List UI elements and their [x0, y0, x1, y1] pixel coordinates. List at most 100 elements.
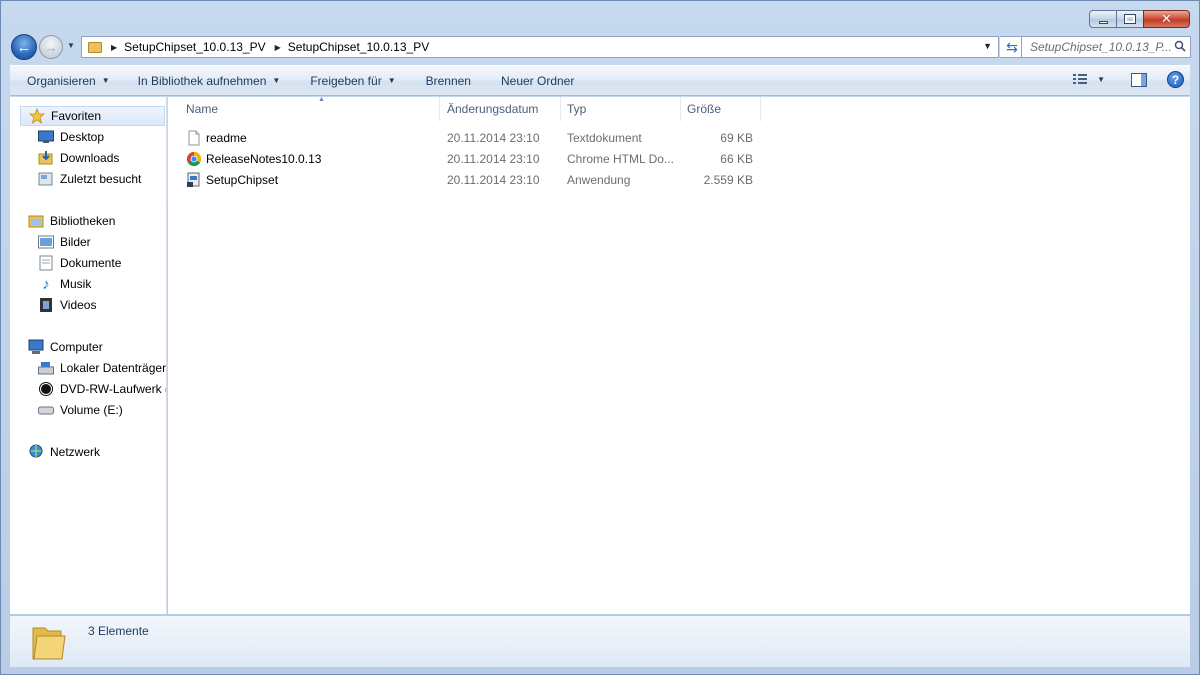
file-name: ReleaseNotes10.0.13: [206, 152, 322, 166]
setup-app-icon: [187, 172, 200, 187]
sidebar-item-music[interactable]: ♪ Musik: [38, 274, 91, 294]
file-size: 66 KB: [720, 152, 753, 166]
sidebar-item-recent-places[interactable]: Zuletzt besucht: [38, 169, 141, 189]
close-icon: ✕: [1161, 11, 1172, 27]
column-header-type[interactable]: Typ: [561, 97, 681, 121]
maximize-button[interactable]: [1116, 10, 1144, 28]
item-count: 3 Elemente: [88, 624, 149, 638]
address-dropdown-icon[interactable]: ▼: [983, 41, 992, 51]
sidebar-item-desktop[interactable]: Desktop: [38, 127, 104, 147]
file-name: SetupChipset: [206, 173, 279, 187]
address-bar[interactable]: ▶ SetupChipset_10.0.13_PV ▶ SetupChipset…: [81, 36, 999, 58]
file-list: Name ▲ Änderungsdatum Typ Größe readme 2…: [168, 96, 1190, 614]
file-type: Anwendung: [567, 173, 631, 187]
toolbar-right-group: ▼ ?: [1073, 71, 1184, 88]
sidebar-item-label: Favoriten: [51, 109, 102, 123]
music-icon: ♪: [42, 275, 50, 293]
sidebar-item-label: Bibliotheken: [50, 214, 116, 228]
sidebar-item-dvd-drive[interactable]: DVD-RW-Laufwerk (: [38, 379, 167, 399]
history-dropdown-icon[interactable]: ▼: [67, 41, 77, 51]
column-header-label: Größe: [687, 102, 722, 116]
sidebar-item-computer[interactable]: Computer: [28, 337, 103, 357]
sidebar-item-network[interactable]: Netzwerk: [28, 442, 100, 462]
sidebar-item-label: Bilder: [60, 235, 91, 249]
include-in-library-label: In Bibliothek aufnehmen: [137, 73, 267, 88]
downloads-icon: [38, 150, 54, 166]
sidebar-item-label: Computer: [50, 340, 103, 354]
file-date: 20.11.2014 23:10: [447, 173, 540, 187]
libraries-icon: [28, 213, 44, 229]
sidebar-item-label: Downloads: [60, 151, 120, 165]
file-size: 69 KB: [720, 131, 753, 145]
include-in-library-menu[interactable]: In Bibliothek aufnehmen ▼: [138, 74, 281, 88]
new-folder-label: Neuer Ordner: [500, 73, 575, 88]
sidebar-item-videos[interactable]: Videos: [38, 295, 96, 315]
forward-arrow-icon: →: [44, 39, 58, 55]
file-row-releasenotes[interactable]: ReleaseNotes10.0.13 20.11.2014 23:10 Chr…: [180, 149, 765, 169]
file-row-readme[interactable]: readme 20.11.2014 23:10 Textdokument 69 …: [180, 128, 765, 148]
preview-pane-icon[interactable]: [1131, 72, 1147, 87]
view-dropdown-icon[interactable]: ▼: [1097, 75, 1105, 84]
sidebar-item-label: Desktop: [60, 130, 105, 144]
sidebar-item-favorites[interactable]: Favoriten: [20, 106, 165, 126]
navigation-pane: Favoriten Desktop Downloads Zuletzt besu…: [10, 97, 167, 614]
sidebar-item-label: Videos: [60, 298, 97, 312]
refresh-icon: ⇆: [1006, 38, 1018, 55]
sort-ascending-icon: ▲: [318, 96, 325, 103]
burn-button[interactable]: Brennen: [426, 74, 471, 88]
minimize-button[interactable]: [1089, 10, 1117, 28]
sidebar-item-label: DVD-RW-Laufwerk (: [60, 382, 167, 396]
hp-dvd-drive-icon: [38, 381, 54, 397]
hard-drive-icon: [38, 360, 54, 376]
breadcrumb-separator-icon[interactable]: ▶: [111, 43, 117, 52]
file-date: 20.11.2014 23:10: [447, 152, 540, 166]
chevron-down-icon: ▼: [387, 76, 396, 85]
navigation-bar: ← → ▼ ▶ SetupChipset_10.0.13_PV ▶ SetupC…: [11, 33, 1191, 61]
breadcrumb-item[interactable]: SetupChipset_10.0.13_PV: [288, 40, 429, 54]
organize-menu[interactable]: Organisieren ▼: [27, 74, 110, 88]
sidebar-item-libraries[interactable]: Bibliotheken: [28, 211, 115, 231]
sidebar-item-downloads[interactable]: Downloads: [38, 148, 119, 168]
column-header-name[interactable]: Name ▲: [180, 96, 440, 121]
close-button[interactable]: ✕: [1143, 10, 1190, 28]
command-bar: Organisieren ▼ In Bibliothek aufnehmen ▼ F…: [10, 65, 1190, 96]
chevron-down-icon: ▼: [101, 76, 110, 85]
text-file-icon: [188, 130, 200, 146]
sidebar-item-local-disk[interactable]: Lokaler Datenträger: [38, 358, 166, 378]
star-icon: [29, 108, 45, 124]
burn-label: Brennen: [425, 73, 471, 88]
sidebar-item-documents[interactable]: Dokumente: [38, 253, 121, 273]
sidebar-item-label: Dokumente: [60, 256, 122, 270]
column-header-size[interactable]: Größe: [681, 97, 761, 121]
sidebar-item-volume-e[interactable]: Volume (E:): [38, 400, 123, 420]
chrome-icon: [187, 152, 201, 166]
forward-button[interactable]: →: [39, 35, 63, 59]
back-button[interactable]: ←: [11, 34, 37, 60]
column-header-label: Typ: [567, 102, 587, 116]
chevron-down-icon: ▼: [272, 76, 281, 85]
sidebar-item-label: Netzwerk: [50, 445, 101, 459]
search-input[interactable]: SetupChipset_10.0.13_P...: [1021, 36, 1191, 58]
new-folder-button[interactable]: Neuer Ordner: [501, 74, 574, 88]
folder-icon: [88, 41, 102, 53]
share-with-menu[interactable]: Freigeben für ▼: [310, 74, 395, 88]
breadcrumb-separator-icon[interactable]: ▶: [275, 43, 281, 52]
back-arrow-icon: ←: [16, 38, 32, 56]
sidebar-item-label: Volume (E:): [60, 403, 123, 417]
sidebar-item-pictures[interactable]: Bilder: [38, 232, 91, 252]
file-date: 20.11.2014 23:10: [447, 131, 540, 145]
documents-icon: [38, 255, 54, 271]
desktop-icon: [38, 129, 54, 145]
explorer-window: ✕ ← → ▼ ▶ SetupChipset_10.0.13_PV ▶ Setu…: [0, 0, 1200, 675]
videos-icon: [38, 297, 54, 313]
breadcrumb-item[interactable]: SetupChipset_10.0.13_PV: [124, 40, 265, 54]
details-pane: 3 Elemente: [10, 615, 1190, 667]
change-view-icon[interactable]: [1073, 73, 1088, 86]
column-header-date[interactable]: Änderungsdatum: [441, 97, 561, 121]
help-icon[interactable]: ?: [1167, 71, 1184, 88]
organize-label: Organisieren: [27, 73, 96, 88]
removable-drive-icon: [38, 402, 54, 418]
file-row-setupchipset[interactable]: SetupChipset 20.11.2014 23:10 Anwendung …: [180, 170, 765, 190]
computer-icon: [28, 339, 44, 355]
search-placeholder: SetupChipset_10.0.13_P...: [1030, 40, 1172, 54]
